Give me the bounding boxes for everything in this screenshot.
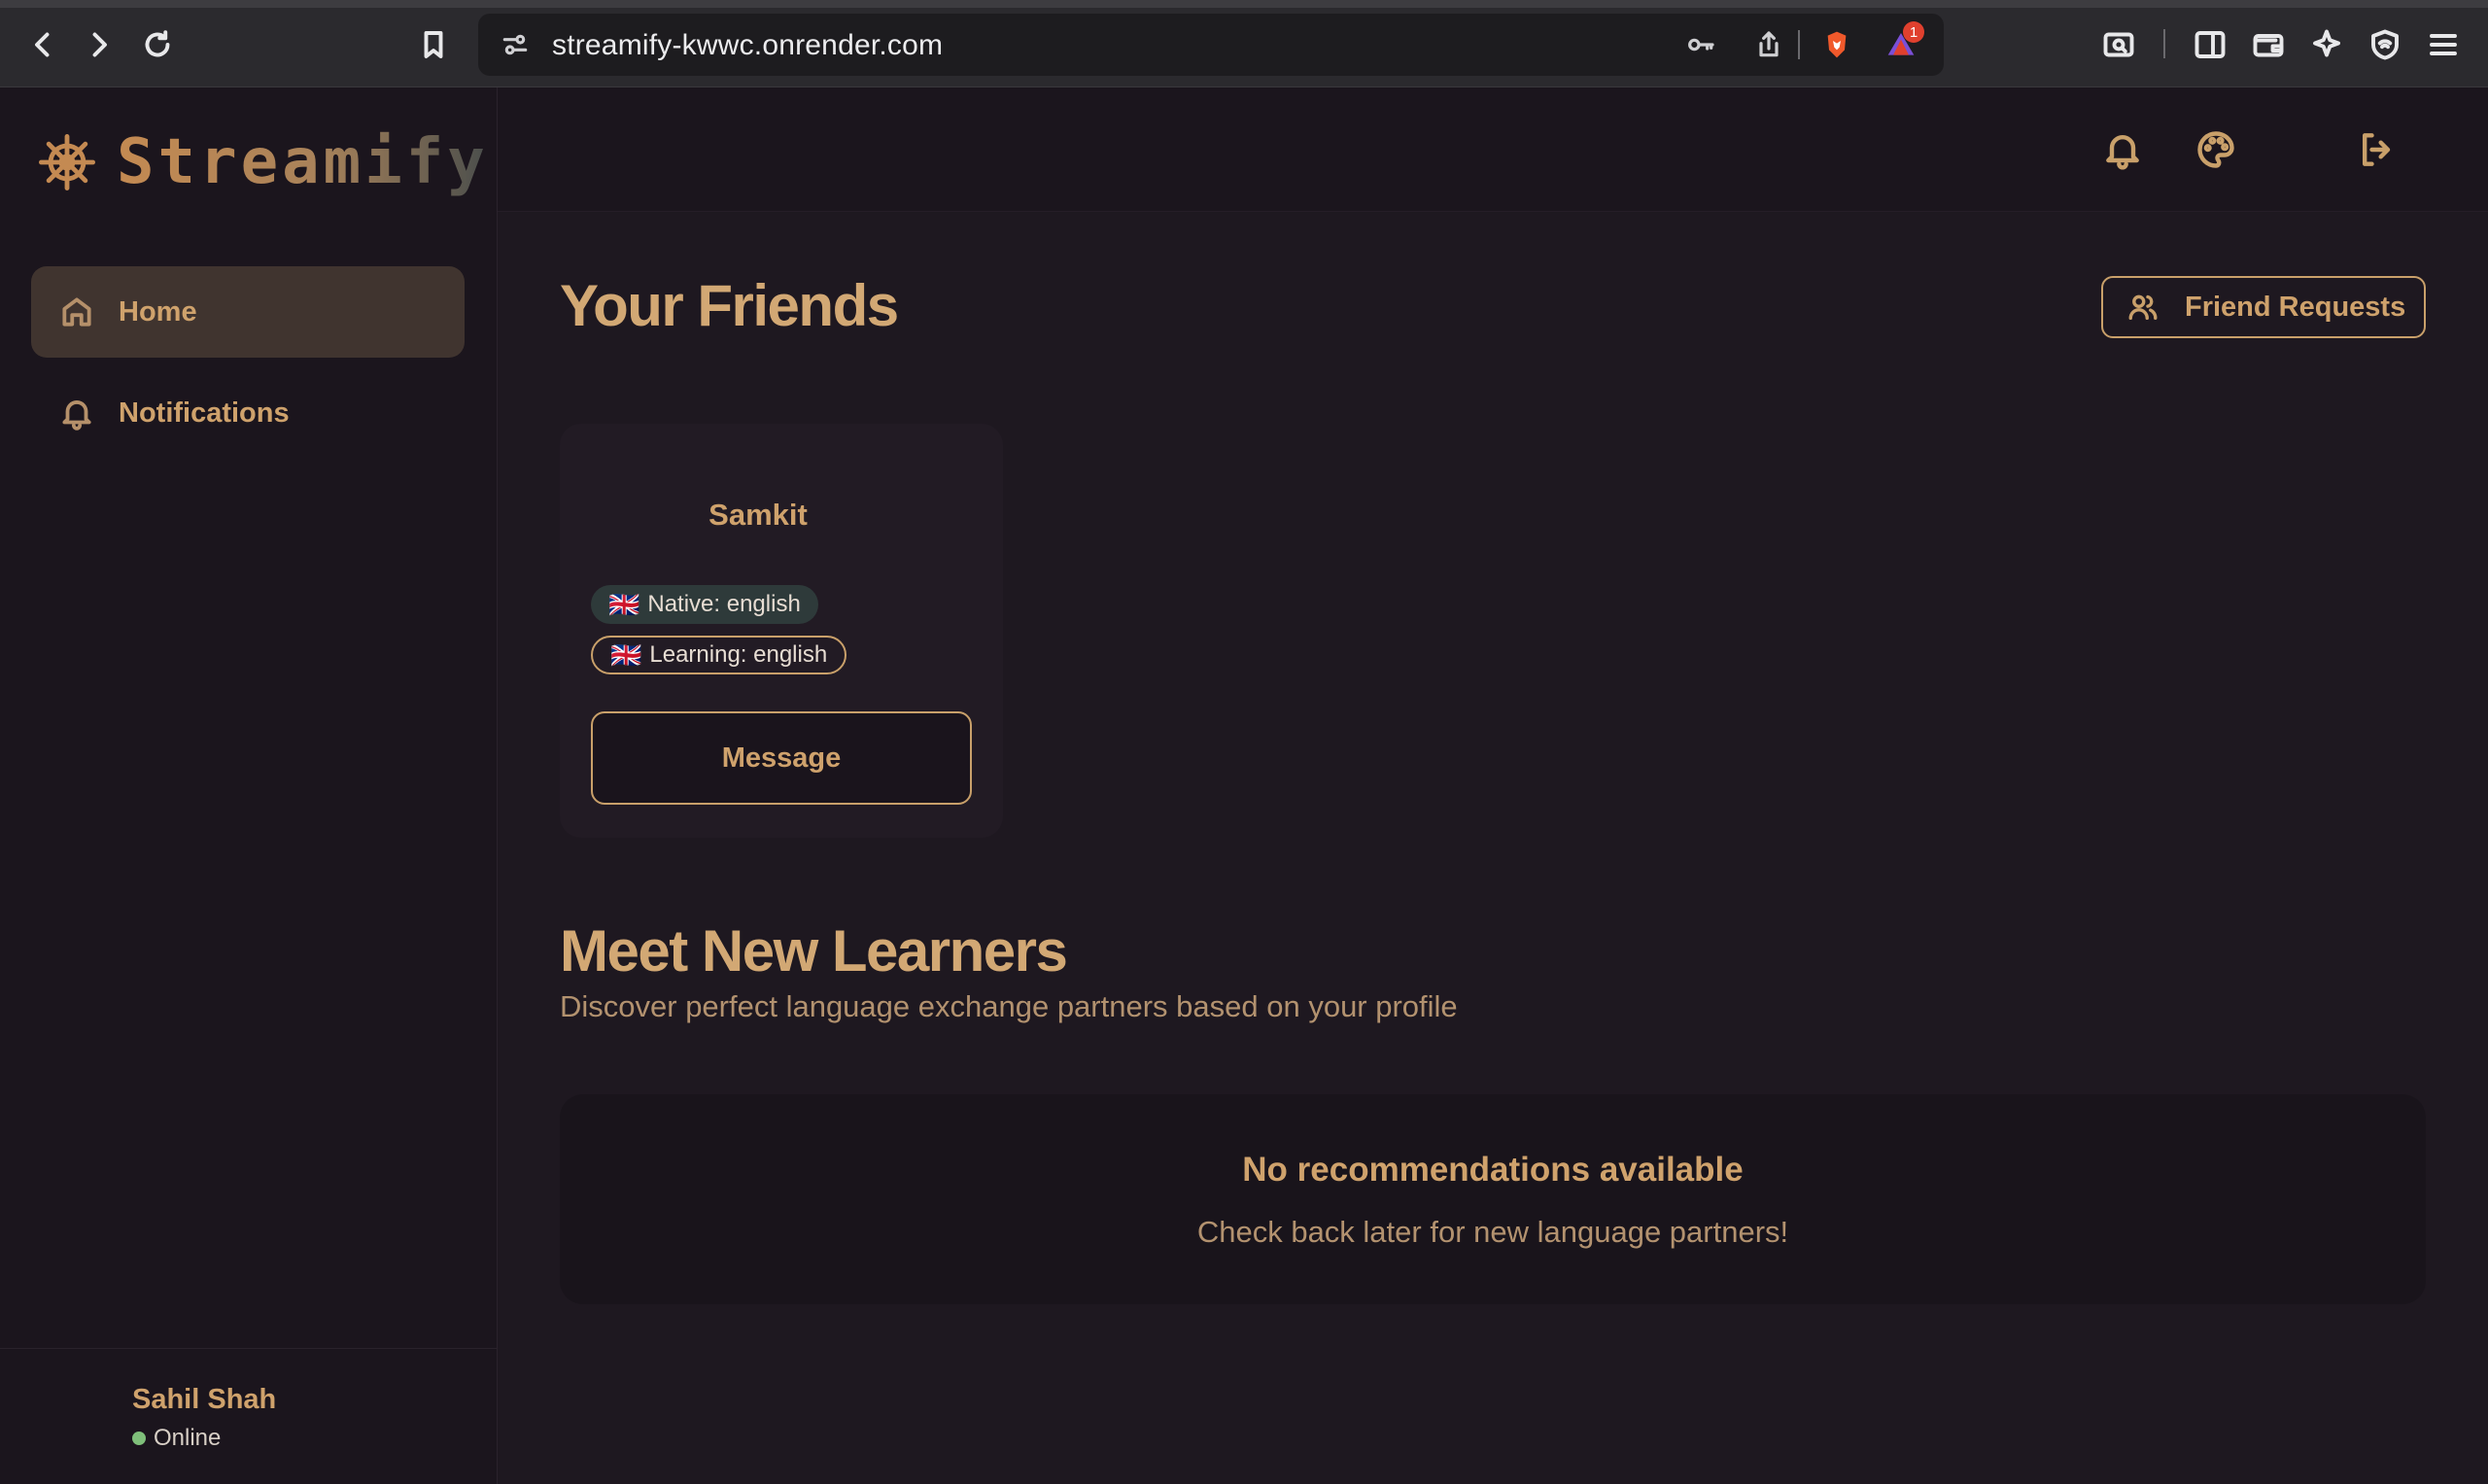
friend-name: Samkit (708, 498, 808, 532)
forward-icon[interactable] (76, 21, 122, 68)
user-name: Sahil Shah (132, 1384, 277, 1415)
native-language-badge: 🇬🇧 Native: english (591, 585, 818, 624)
brave-rewards-icon[interactable]: 1 (1883, 21, 1924, 62)
share-icon[interactable] (1751, 27, 1786, 62)
empty-text: Check back later for new language partne… (1196, 1215, 1789, 1249)
brand-logo[interactable]: Streamify (39, 126, 489, 198)
logout-icon[interactable] (2350, 122, 2404, 177)
vpn-icon[interactable] (2362, 21, 2408, 68)
message-button[interactable]: Message (591, 711, 972, 805)
friend-requests-button[interactable]: Friend Requests (2101, 276, 2426, 338)
learners-title: Meet New Learners (560, 918, 1068, 984)
friends-title: Your Friends (560, 273, 899, 338)
sidebar: Streamify Home Notifications Sahil Shah … (0, 87, 498, 1484)
sidebar-item-label: Notifications (119, 397, 290, 429)
leo-ai-icon[interactable] (2303, 21, 2350, 68)
url-text[interactable]: streamify-kwwc.onrender.com (552, 29, 943, 62)
bell-icon (62, 400, 91, 431)
address-bar[interactable]: streamify-kwwc.onrender.com 1 (478, 14, 1944, 76)
home-icon (62, 297, 91, 327)
browser-toolbar: streamify-kwwc.onrender.com 1 (0, 0, 2488, 87)
friend-card: Samkit 🇬🇧 Native: english 🇬🇧 Learning: e… (560, 424, 1003, 838)
users-icon (2128, 294, 2158, 321)
learning-language-badge: 🇬🇧 Learning: english (591, 636, 847, 674)
learning-language-text: Learning: english (649, 641, 828, 668)
friend-requests-label: Friend Requests (2185, 291, 2406, 323)
status-text: Online (154, 1425, 222, 1451)
wallet-icon[interactable] (2245, 21, 2292, 68)
bookmark-icon[interactable] (410, 21, 457, 68)
palette-icon[interactable] (2189, 122, 2243, 177)
sidebar-item-home[interactable]: Home (31, 266, 465, 358)
key-icon[interactable] (1683, 27, 1718, 62)
rewards-badge: 1 (1903, 21, 1924, 43)
divider (2163, 29, 2165, 58)
browser-tab-strip (0, 0, 2488, 8)
empty-recommendations: No recommendations available Check back … (560, 1094, 2426, 1304)
app-header (498, 87, 2488, 212)
divider (1798, 30, 1800, 59)
empty-title: No recommendations available (1242, 1151, 1744, 1189)
site-settings-icon[interactable] (498, 27, 533, 62)
main-content: Your Friends Friend Requests Samkit 🇬🇧 N… (498, 212, 2488, 1484)
sidebar-toggle-icon[interactable] (2187, 21, 2233, 68)
sidebar-item-label: Home (119, 295, 197, 328)
uk-flag-icon: 🇬🇧 (608, 589, 640, 619)
reload-icon[interactable] (134, 21, 181, 68)
menu-icon[interactable] (2420, 21, 2467, 68)
brand-name: Streamify (117, 126, 489, 198)
user-profile[interactable]: Sahil Shah Online (0, 1348, 498, 1484)
back-icon[interactable] (19, 21, 66, 68)
brave-shields-icon[interactable] (1819, 27, 1854, 62)
user-status: Online (132, 1425, 221, 1452)
native-language-text: Native: english (647, 591, 801, 617)
ship-wheel-icon (39, 134, 95, 190)
sidebar-item-notifications[interactable]: Notifications (31, 367, 465, 459)
learners-subtitle: Discover perfect language exchange partn… (560, 989, 1458, 1023)
notifications-bell-icon[interactable] (2095, 122, 2150, 177)
online-dot (132, 1432, 146, 1445)
reader-mode-icon[interactable] (2095, 21, 2142, 68)
uk-flag-icon: 🇬🇧 (610, 639, 642, 670)
